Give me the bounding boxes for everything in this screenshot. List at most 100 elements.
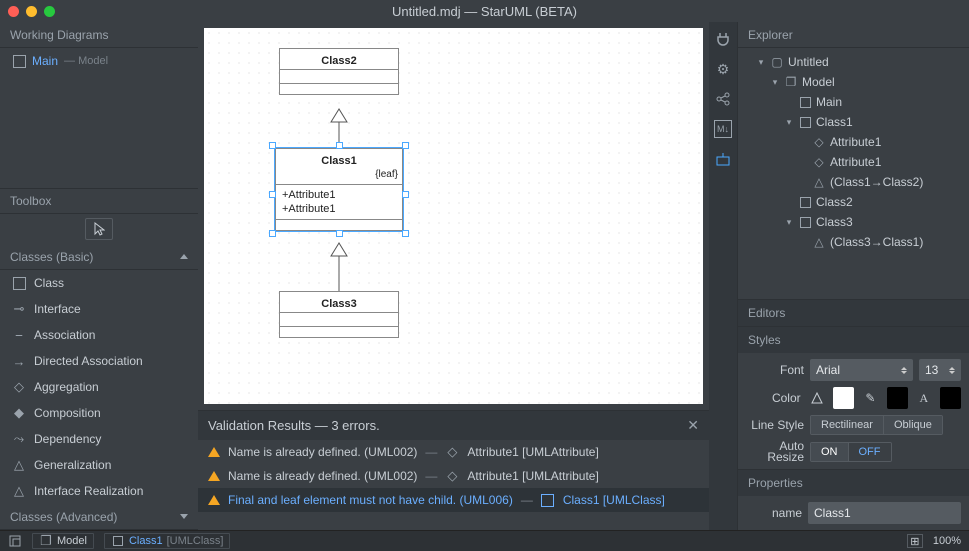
collapse-icon [180, 254, 188, 259]
collapse-toggle[interactable]: ▾ [770, 77, 780, 88]
project-icon: ▢ [770, 56, 784, 68]
tree-node-project[interactable]: ▾▢Untitled [738, 52, 969, 72]
breadcrumb-model[interactable]: ❐ Model [32, 533, 94, 549]
properties-header[interactable]: Properties [738, 469, 969, 496]
collapse-toggle[interactable]: ▾ [784, 117, 794, 128]
line-color-swatch[interactable] [887, 387, 908, 409]
fill-color-swatch[interactable] [833, 387, 854, 409]
package-icon: ❐ [39, 534, 53, 548]
tool-class[interactable]: Class [0, 270, 198, 296]
validation-row-selected[interactable]: Final and leaf element must not have chi… [198, 488, 709, 512]
plug-icon[interactable] [714, 30, 732, 48]
class2-ops [280, 84, 398, 94]
working-diagrams-header[interactable]: Working Diagrams [0, 22, 198, 48]
styles-panel: Font Arial 13 Color ✎ A Line Style Recti… [738, 353, 969, 469]
explorer-header[interactable]: Explorer [738, 22, 969, 48]
resize-handle-nw[interactable] [269, 142, 276, 149]
resize-handle-s[interactable] [336, 230, 343, 237]
toolbox-basic-list: Class ⊸Interface ⎯Association →Directed … [0, 270, 198, 504]
tree-node-generalization[interactable]: △(Class1→Class2) [738, 172, 969, 192]
class1-attrs: +Attribute1 +Attribute1 [276, 185, 402, 220]
tree-node-class1[interactable]: ▾Class1 [738, 112, 969, 132]
class-icon [12, 276, 26, 290]
resize-handle-sw[interactable] [269, 230, 276, 237]
tree-node-model[interactable]: ▾❐Model [738, 72, 969, 92]
linestyle-rectilinear-button[interactable]: Rectilinear [811, 416, 883, 434]
classes-basic-header[interactable]: Classes (Basic) [0, 244, 198, 270]
property-name-input[interactable]: Class1 [808, 502, 961, 524]
interface-icon: ⊸ [12, 302, 26, 316]
right-toolstrip: ⚙ M↓ [709, 22, 737, 530]
color-label: Color [746, 391, 801, 405]
font-size-input[interactable]: 13 [919, 359, 961, 381]
styles-header[interactable]: Styles [738, 326, 969, 353]
validation-panel: Validation Results — 3 errors. ✕ Name is… [198, 410, 709, 530]
generalization-icon: △ [812, 176, 826, 188]
editors-header[interactable]: Editors [738, 299, 969, 326]
zoom-reset-button[interactable]: ⊞ [907, 534, 923, 548]
markdown-icon[interactable]: M↓ [714, 120, 732, 138]
tree-node-class3[interactable]: ▾Class3 [738, 212, 969, 232]
properties-panel: name Class1 [738, 496, 969, 530]
share-icon[interactable] [714, 90, 732, 108]
resize-handle-e[interactable] [402, 191, 409, 198]
dependency-icon: ⤳ [12, 432, 26, 446]
validation-row[interactable]: Name is already defined. (UML002) — ◇ At… [198, 440, 709, 464]
uml-class-class2[interactable]: Class2 [279, 48, 399, 95]
tool-composition[interactable]: ◆Composition [0, 400, 198, 426]
class1-name: Class1 [276, 149, 402, 169]
property-name-label: name [746, 506, 802, 520]
text-color-icon: A [914, 387, 935, 409]
tool-generalization[interactable]: △Generalization [0, 452, 198, 478]
select-tool-button[interactable] [85, 218, 113, 240]
resize-handle-n[interactable] [336, 142, 343, 149]
class1-ops [276, 220, 402, 230]
class2-attrs [280, 70, 398, 84]
collapse-toggle[interactable]: ▾ [784, 217, 794, 228]
tree-node-attribute[interactable]: ◇Attribute1 [738, 132, 969, 152]
autoresize-label: AutoResize [746, 441, 804, 463]
resize-handle-se[interactable] [402, 230, 409, 237]
gear-icon[interactable]: ⚙ [714, 60, 732, 78]
resize-handle-w[interactable] [269, 191, 276, 198]
font-select[interactable]: Arial [810, 359, 913, 381]
breadcrumb-class1[interactable]: Class1 [UMLClass] [104, 533, 230, 549]
explorer-tree: ▾▢Untitled ▾❐Model Main ▾Class1 ◇Attribu… [738, 48, 969, 299]
tree-node-attribute[interactable]: ◇Attribute1 [738, 152, 969, 172]
linestyle-oblique-button[interactable]: Oblique [883, 416, 942, 434]
working-diagram-name: Main [32, 54, 58, 68]
validation-row[interactable]: Name is already defined. (UML002) — ◇ At… [198, 464, 709, 488]
tree-node-generalization[interactable]: △(Class3→Class1) [738, 232, 969, 252]
validation-header: Validation Results — 3 errors. ✕ [198, 411, 709, 440]
attribute-icon: ◇ [445, 445, 459, 459]
aggregation-icon: ◇ [12, 380, 26, 394]
class-icon [798, 216, 812, 228]
diagram-canvas[interactable]: Class2 Class1 {leaf} +Attribute1 +Attrib… [204, 28, 703, 404]
class3-name: Class3 [280, 292, 398, 313]
tool-dependency[interactable]: ⤳Dependency [0, 426, 198, 452]
tree-node-diagram[interactable]: Main [738, 92, 969, 112]
validation-icon[interactable] [714, 150, 732, 168]
autoresize-off-button[interactable]: OFF [848, 443, 891, 461]
toolbox-header[interactable]: Toolbox [0, 188, 198, 214]
working-diagram-item[interactable]: Main — Model [0, 48, 198, 74]
uml-class-class1[interactable]: Class1 {leaf} +Attribute1 +Attribute1 [275, 148, 403, 231]
classes-advanced-header[interactable]: Classes (Advanced) [0, 504, 198, 530]
tool-aggregation[interactable]: ◇Aggregation [0, 374, 198, 400]
tool-directed-association[interactable]: →Directed Association [0, 348, 198, 374]
validation-close-button[interactable]: ✕ [687, 417, 699, 434]
resize-handle-ne[interactable] [402, 142, 409, 149]
linestyle-label: Line Style [746, 418, 804, 432]
autoresize-on-button[interactable]: ON [811, 443, 848, 461]
tool-interface[interactable]: ⊸Interface [0, 296, 198, 322]
tree-node-class2[interactable]: Class2 [738, 192, 969, 212]
tool-interface-realization[interactable]: △Interface Realization [0, 478, 198, 504]
generalization-class3-class1[interactable] [327, 241, 351, 293]
uml-class-class3[interactable]: Class3 [279, 291, 399, 338]
fill-icon [807, 387, 828, 409]
tool-association[interactable]: ⎯Association [0, 322, 198, 348]
text-color-swatch[interactable] [940, 387, 961, 409]
collapse-toggle[interactable]: ▾ [756, 57, 766, 68]
attribute-icon: ◇ [812, 136, 826, 148]
cursor-icon [94, 222, 105, 236]
